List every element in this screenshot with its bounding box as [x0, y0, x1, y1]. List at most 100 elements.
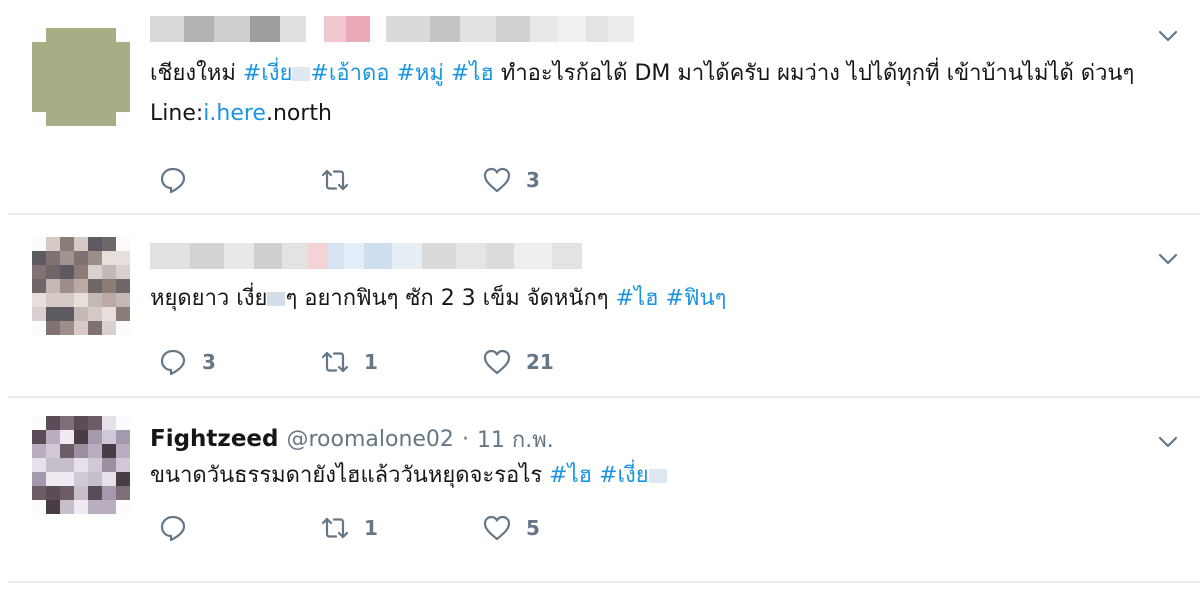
avatar-pixel [46, 321, 60, 335]
avatar-pixel [46, 472, 60, 486]
hashtag-link[interactable]: #ฟินๆ [666, 286, 727, 311]
redaction-blur [292, 67, 311, 81]
avatar-pixel [74, 444, 88, 458]
avatar-pixel [102, 28, 116, 42]
avatar[interactable] [32, 416, 130, 514]
avatar-pixel [32, 70, 46, 84]
tweet-actions: 3 1 21 [158, 345, 644, 379]
hashtag-link[interactable]: #ไฮ [616, 286, 659, 311]
text-space [659, 286, 666, 311]
retweet-button[interactable]: 1 [320, 511, 482, 545]
heart-icon [483, 515, 511, 541]
redaction-blur [267, 292, 286, 306]
heart-icon [483, 167, 511, 193]
blur-block [184, 16, 214, 42]
avatar-pixel [74, 458, 88, 472]
avatar-pixel [102, 486, 116, 500]
avatar-pixel [60, 237, 74, 251]
blur-block [460, 16, 496, 42]
avatar-pixel [88, 251, 102, 265]
avatar-pixel [60, 112, 74, 126]
avatar-pixel [88, 458, 102, 472]
avatar-pixel [88, 307, 102, 321]
avatar-pixel [116, 98, 130, 112]
blur-block [280, 16, 306, 42]
avatar[interactable] [32, 237, 130, 335]
avatar-pixel [32, 56, 46, 70]
avatar-pixel [88, 112, 102, 126]
avatar-pixel [74, 265, 88, 279]
blur-block [190, 243, 224, 269]
chevron-down-icon[interactable] [1156, 430, 1180, 454]
avatar-pixel [32, 321, 46, 335]
avatar-pixel [74, 500, 88, 514]
avatar-pixel [116, 251, 130, 265]
user-handle[interactable]: @roomalone02 [286, 427, 453, 452]
avatar-pixel [102, 321, 116, 335]
avatar-pixel [46, 500, 60, 514]
tweet[interactable]: Fightzeed @roomalone02 · 11 ก.พ. ขนาดวัน… [8, 398, 1200, 583]
retweet-button[interactable] [320, 163, 482, 197]
retweet-button[interactable]: 1 [320, 345, 482, 379]
url-link[interactable]: i.here [203, 101, 266, 126]
avatar-pixel [116, 444, 130, 458]
avatar-pixel [74, 430, 88, 444]
avatar-pixel [60, 416, 74, 430]
blur-block [324, 16, 346, 42]
reply-icon [160, 515, 186, 542]
avatar-pixel [88, 416, 102, 430]
avatar-pixel [116, 279, 130, 293]
retweet-count: 1 [364, 350, 378, 374]
avatar-pixel [60, 430, 74, 444]
avatar-pixel [74, 251, 88, 265]
tweet-date[interactable]: 11 ก.พ. [477, 422, 554, 457]
avatar-pixel [60, 444, 74, 458]
like-button[interactable]: 5 [482, 511, 644, 545]
avatar-pixel [46, 84, 60, 98]
avatar-pixel [102, 265, 116, 279]
avatar-pixel [116, 500, 130, 514]
reply-button[interactable]: 3 [158, 345, 320, 379]
like-button[interactable]: 3 [482, 163, 644, 197]
avatar-pixel [116, 70, 130, 84]
avatar-pixel [32, 500, 46, 514]
avatar-pixel [116, 56, 130, 70]
avatar-pixel [32, 279, 46, 293]
hashtag-link[interactable]: #หมู่ [396, 61, 443, 86]
avatar-pixel [60, 42, 74, 56]
hashtag-link[interactable]: #เอ้าดอ [310, 61, 389, 86]
avatar-pixel [74, 486, 88, 500]
blur-block [214, 16, 250, 42]
avatar-pixel [74, 84, 88, 98]
hashtag-link[interactable]: #เงี่ย [599, 463, 649, 488]
hashtag-link[interactable]: #ไฮ [549, 463, 592, 488]
reply-button[interactable] [158, 163, 320, 197]
reply-icon [160, 349, 186, 376]
avatar-pixel [60, 98, 74, 112]
text-segment: เชียงใหม่ [150, 61, 243, 86]
blur-block [422, 243, 456, 269]
chevron-down-icon[interactable] [1156, 247, 1180, 271]
chevron-down-icon[interactable] [1156, 24, 1180, 48]
display-name[interactable]: Fightzeed [150, 426, 278, 452]
tweet[interactable]: หยุดยาว เงี่ย ๆ อยากฟินๆ ซัก 2 3 เข็ม จัด… [8, 215, 1200, 398]
like-button[interactable]: 21 [482, 345, 644, 379]
hashtag-link[interactable]: #เงี่ย [243, 61, 293, 86]
avatar-pixel [32, 416, 46, 430]
avatar-pixel [60, 486, 74, 500]
avatar-pixel [46, 28, 60, 42]
avatar-pixel [116, 112, 130, 126]
avatar[interactable] [32, 28, 130, 126]
separator-dot: · [461, 426, 469, 452]
avatar-pixel [88, 293, 102, 307]
tweet[interactable]: เชียงใหม่ #เงี่ย #เอ้าดอ #หมู่ #ไฮ ทำอะไร… [8, 0, 1200, 215]
blurred-user-name[interactable] [150, 16, 634, 42]
text-segment: ขนาดวันธรรมดายังไฮแล้ววันหยุดจะรอไร [150, 463, 550, 488]
hashtag-link[interactable]: #ไฮ [451, 61, 494, 86]
blurred-user-name[interactable] [150, 243, 582, 269]
avatar-pixel [74, 279, 88, 293]
avatar-pixel [60, 84, 74, 98]
text-segment: ๆ อยากฟินๆ ซัก 2 3 เข็ม จัดหนักๆ [285, 286, 616, 311]
avatar-pixel [46, 430, 60, 444]
reply-button[interactable] [158, 511, 320, 545]
